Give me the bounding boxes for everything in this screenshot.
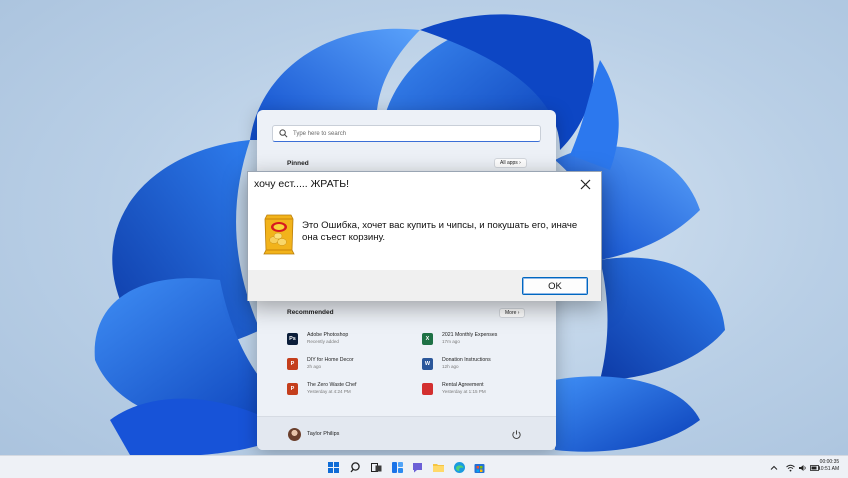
taskbar: 00:00:35 10:51 AM [0, 455, 848, 478]
excel-icon: X [422, 333, 433, 345]
search-placeholder: Type here to search [293, 130, 347, 137]
avatar[interactable] [288, 428, 301, 441]
message-box-dialog: хочу ест..... ЖРАТЬ! Это Ошибка, хочет в… [247, 171, 602, 301]
file-explorer-icon[interactable] [432, 461, 445, 474]
taskbar-clock[interactable]: 00:00:35 10:51 AM [818, 459, 839, 473]
pinned-heading: Pinned [287, 160, 309, 167]
recommended-item-text: Adobe Photoshop Recently added [307, 332, 348, 345]
recommended-item[interactable]: W Donation Instructions 12h ago [422, 357, 542, 370]
store-icon[interactable] [473, 461, 486, 474]
windows-start-icon[interactable] [327, 461, 340, 474]
recommended-item-text: 2021 Monthly Expenses 17m ago [442, 332, 497, 345]
dialog-title: хочу ест..... ЖРАТЬ! [254, 178, 350, 190]
dialog-titlebar[interactable]: хочу ест..... ЖРАТЬ! [248, 172, 601, 196]
task-view-icon[interactable] [370, 461, 383, 474]
recommended-item-text: Donation Instructions 12h ago [442, 357, 491, 370]
volume-icon[interactable] [798, 464, 807, 472]
photoshop-icon: Ps [287, 333, 298, 345]
recommended-item-subtitle: 2h ago [307, 364, 322, 369]
chevron-up-icon[interactable] [770, 464, 778, 472]
dialog-close-button[interactable] [573, 174, 597, 194]
search-icon[interactable] [349, 461, 362, 474]
recommended-item-subtitle: Yesterday at 1:15 PM [442, 389, 486, 394]
recommended-item-subtitle: 12h ago [442, 364, 459, 369]
recommended-item[interactable]: P The Zero Waste Chef Yesterday at 4:24 PM [287, 382, 407, 395]
system-tray [770, 461, 820, 474]
recommended-item[interactable]: Rental Agreement Yesterday at 1:15 PM [422, 382, 542, 395]
recommended-item-text: DIY for Home Decor 2h ago [307, 357, 354, 370]
recommended-item-subtitle: Recently added [307, 339, 339, 344]
start-search-input[interactable]: Type here to search [272, 125, 541, 142]
recommended-item-subtitle: 17m ago [442, 339, 460, 344]
recommended-item-title: The Zero Waste Chef [307, 382, 357, 388]
edge-icon[interactable] [453, 461, 466, 474]
widgets-icon[interactable] [391, 461, 404, 474]
recommended-item[interactable]: X 2021 Monthly Expenses 17m ago [422, 332, 542, 345]
recommended-item[interactable]: Ps Adobe Photoshop Recently added [287, 332, 407, 345]
powerpoint-icon: P [287, 383, 298, 395]
dialog-footer: OK [248, 270, 601, 301]
recommended-item[interactable]: P DIY for Home Decor 2h ago [287, 357, 407, 370]
all-apps-button[interactable]: All apps › [494, 158, 527, 168]
clock-date: 10:51 AM [818, 466, 840, 472]
recommended-item-text: Rental Agreement Yesterday at 1:15 PM [442, 382, 486, 395]
recommended-item-title: Rental Agreement [442, 382, 484, 388]
ok-button[interactable]: OK [522, 277, 588, 295]
more-button[interactable]: More › [499, 308, 526, 318]
chips-bag-icon [263, 214, 295, 255]
recommended-item-subtitle: Yesterday at 4:24 PM [307, 389, 351, 394]
powerpoint-icon: P [287, 358, 298, 370]
chat-icon[interactable] [411, 461, 424, 474]
search-icon [279, 129, 288, 138]
pdf-icon [422, 383, 433, 395]
clock-time: 00:00:35 [819, 459, 840, 465]
word-icon: W [422, 358, 433, 370]
user-name[interactable]: Taylor Philips [307, 431, 339, 437]
recommended-item-text: The Zero Waste Chef Yesterday at 4:24 PM [307, 382, 356, 395]
recommended-heading: Recommended [287, 309, 334, 316]
recommended-item-title: Donation Instructions [442, 357, 491, 363]
power-icon[interactable] [511, 429, 522, 440]
dialog-message: Это Ошибка, хочет вас купить и чипсы, и … [302, 220, 578, 243]
recommended-item-title: Adobe Photoshop [307, 332, 349, 338]
recommended-item-title: 2021 Monthly Expenses [442, 332, 498, 338]
close-icon [580, 179, 590, 189]
wifi-icon[interactable] [786, 464, 795, 472]
recommended-item-title: DIY for Home Decor [307, 357, 354, 363]
dialog-body: Это Ошибка, хочет вас купить и чипсы, и … [248, 196, 601, 270]
start-footer: Taylor Philips [257, 416, 556, 450]
